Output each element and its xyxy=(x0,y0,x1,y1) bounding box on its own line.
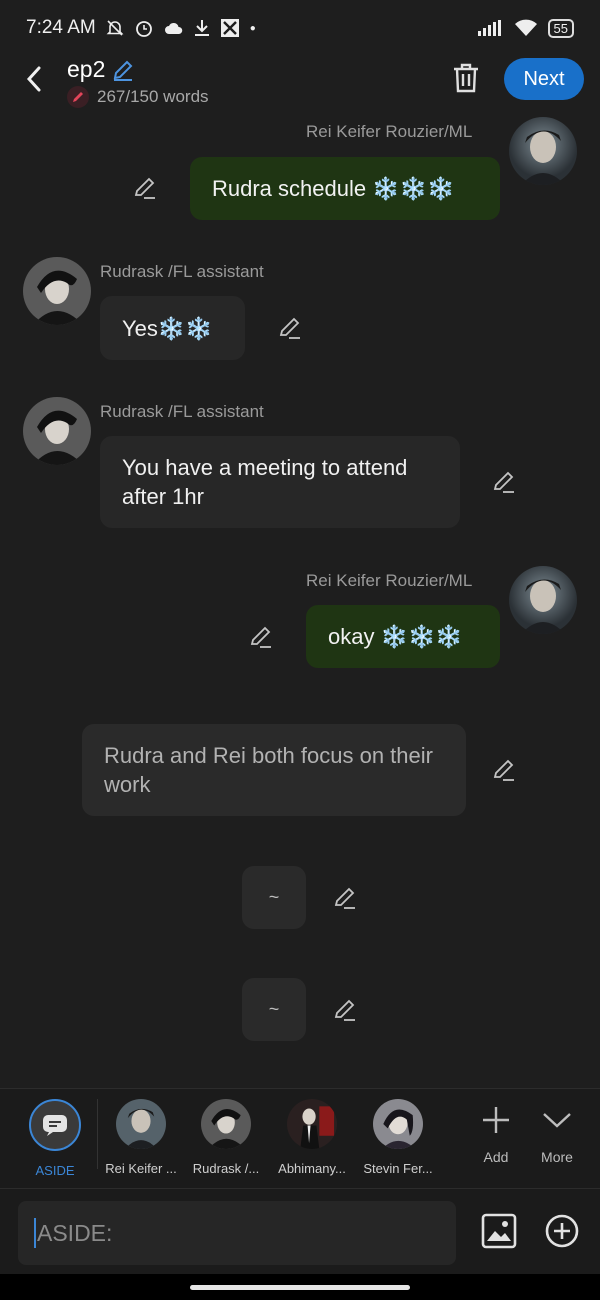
character-label: Rei Keifer ... xyxy=(105,1161,177,1176)
character-selector: ASIDE Rei Keifer ... Rudrask /... Abhima… xyxy=(0,1088,600,1188)
avatar xyxy=(287,1099,337,1149)
more-label: More xyxy=(541,1149,573,1165)
message-sender: Rei Keifer Rouzier/ML xyxy=(306,122,473,141)
home-indicator[interactable] xyxy=(190,1285,410,1290)
word-count-label: 267/150 words xyxy=(97,87,209,106)
character-rudrask[interactable]: Rudrask /... xyxy=(181,1099,271,1176)
aside-bubble[interactable]: Rudra and Rei both focus on their work xyxy=(82,724,466,816)
message-input[interactable] xyxy=(37,1219,417,1247)
pencil-icon[interactable] xyxy=(491,757,517,783)
next-button[interactable]: Next xyxy=(504,58,584,100)
status-notification-icons: ● xyxy=(106,18,256,38)
more-button[interactable]: More xyxy=(532,1101,582,1165)
text-caret xyxy=(34,1218,36,1248)
plus-icon xyxy=(483,1107,509,1133)
pencil-icon[interactable] xyxy=(132,175,158,201)
message-bubble[interactable]: okay ❄️❄️❄️ xyxy=(306,605,500,668)
chat-area[interactable]: Rei Keifer Rouzier/ML Rudra schedule ❄️❄… xyxy=(0,112,600,1088)
download-icon xyxy=(194,20,209,36)
avatar[interactable] xyxy=(509,566,577,634)
message-bubble[interactable]: You have a meeting to attend after 1hr xyxy=(100,436,460,528)
message-bubble[interactable]: Rudra schedule ❄️❄️❄️ xyxy=(190,157,500,220)
bell-muted-icon xyxy=(106,20,124,36)
character-label: Rudrask /... xyxy=(192,1161,260,1176)
message-sender: Rudrask /FL assistant xyxy=(100,262,264,281)
character-rei[interactable]: Rei Keifer ... xyxy=(96,1099,186,1176)
character-label: Abhimany... xyxy=(278,1161,346,1176)
page-title[interactable]: ep2 xyxy=(67,56,105,83)
pencil-icon[interactable] xyxy=(332,885,358,911)
avatar xyxy=(116,1099,166,1149)
avatar[interactable] xyxy=(509,117,577,185)
wifi-icon xyxy=(514,19,537,36)
character-label: ASIDE xyxy=(35,1163,75,1178)
status-time: 7:24 AM xyxy=(26,17,96,38)
alarm-icon xyxy=(135,21,152,37)
image-icon[interactable] xyxy=(481,1213,517,1249)
more-dot-icon: ● xyxy=(249,22,256,34)
system-nav-bar xyxy=(0,1274,600,1300)
avatar[interactable] xyxy=(23,397,91,465)
input-bar xyxy=(0,1188,600,1274)
title-row: ep2 xyxy=(67,56,135,83)
avatar[interactable] xyxy=(23,257,91,325)
pencil-icon[interactable] xyxy=(491,469,517,495)
tilde-bubble[interactable]: ~ xyxy=(242,866,306,929)
add-circle-icon[interactable] xyxy=(544,1213,580,1249)
pencil-icon[interactable] xyxy=(277,315,303,341)
message-input-container[interactable] xyxy=(18,1201,456,1265)
character-aside[interactable]: ASIDE xyxy=(10,1099,100,1178)
message-sender: Rei Keifer Rouzier/ML xyxy=(306,571,473,590)
avatar xyxy=(201,1099,251,1149)
message-sender: Rudrask /FL assistant xyxy=(100,402,264,421)
signal-icon xyxy=(477,20,501,36)
header: ep2 267/150 words Next xyxy=(0,56,600,112)
add-label: Add xyxy=(483,1149,509,1165)
trash-icon[interactable] xyxy=(451,62,481,94)
status-bar: 7:24 AM ● 55 xyxy=(0,0,600,56)
tilde-bubble[interactable]: ~ xyxy=(242,978,306,1041)
pencil-icon[interactable] xyxy=(111,58,135,82)
character-label: Stevin Fer... xyxy=(363,1161,433,1176)
word-count: 267/150 words xyxy=(67,86,209,108)
pen-badge-icon xyxy=(67,86,89,108)
character-stevin[interactable]: Stevin Fer... xyxy=(353,1099,443,1176)
message-bubble[interactable]: Yes❄️❄️ xyxy=(100,296,245,360)
app-notification-icon xyxy=(220,19,239,37)
battery-indicator: 55 xyxy=(547,18,574,38)
chevron-down-icon xyxy=(543,1113,571,1128)
chat-bubble-icon xyxy=(29,1099,81,1151)
back-arrow-icon[interactable] xyxy=(20,64,50,94)
add-character-button[interactable]: Add xyxy=(471,1101,521,1165)
character-abhimanyu[interactable]: Abhimany... xyxy=(267,1099,357,1176)
status-system-icons: 55 xyxy=(477,18,574,38)
avatar xyxy=(373,1099,423,1149)
pencil-icon[interactable] xyxy=(332,997,358,1023)
pencil-icon[interactable] xyxy=(248,624,274,650)
cloud-icon xyxy=(164,22,182,34)
